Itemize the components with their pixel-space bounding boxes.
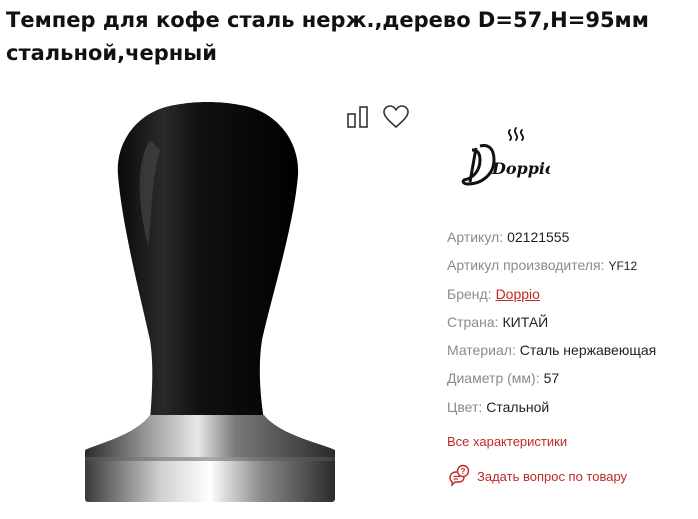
product-image — [85, 102, 335, 502]
spec-row-manufacturer-article: Артикул производителя: YF12 — [447, 254, 656, 282]
spec-value: Сталь нержавеющая — [519, 342, 657, 359]
question-chat-icon: ? — [449, 464, 470, 487]
spec-row-diameter: Диаметр (мм): 57 — [447, 367, 656, 395]
spec-label: Материал: — [447, 342, 516, 359]
spec-label: Цвет: — [447, 398, 483, 415]
spec-row-color: Цвет: Стальной — [447, 396, 656, 424]
spec-value: 02121555 — [507, 229, 570, 245]
spec-row-material: Материал: Сталь нержавеющая — [447, 339, 656, 367]
spec-value: YF12 — [608, 259, 638, 274]
product-title: Темпер для кофе сталь нерж.,дерево D=57,… — [6, 8, 649, 65]
spec-label: Страна: — [447, 313, 499, 330]
all-specs-link[interactable]: Все характеристики — [447, 434, 567, 449]
ask-question-link[interactable]: ? Задать вопрос по товару — [447, 464, 627, 488]
compare-icon[interactable] — [345, 104, 371, 130]
spec-row-article: Артикул: 02121555 — [447, 226, 656, 254]
spec-label: Артикул: — [447, 229, 504, 245]
spec-row-brand: Бренд: Doppio — [447, 283, 656, 311]
spec-value: 57 — [543, 370, 560, 387]
spec-label: Бренд: — [447, 285, 492, 302]
spec-value: Стальной — [486, 398, 550, 415]
spec-label: Артикул производителя: — [447, 257, 605, 274]
spec-label: Диаметр (мм): — [447, 370, 540, 387]
heart-icon[interactable] — [382, 104, 410, 130]
svg-text:?: ? — [461, 467, 466, 476]
spec-value: КИТАЙ — [502, 313, 549, 330]
ask-question-label: Задать вопрос по товару — [477, 468, 628, 484]
brand-link[interactable]: Doppio — [496, 286, 540, 302]
spec-row-country: Страна: КИТАЙ — [447, 311, 656, 339]
brand-logo-text: Doppio — [491, 159, 550, 178]
spec-list: Артикул: 02121555 Артикул производителя: Y… — [447, 226, 656, 424]
brand-logo: Doppio — [461, 127, 550, 186]
